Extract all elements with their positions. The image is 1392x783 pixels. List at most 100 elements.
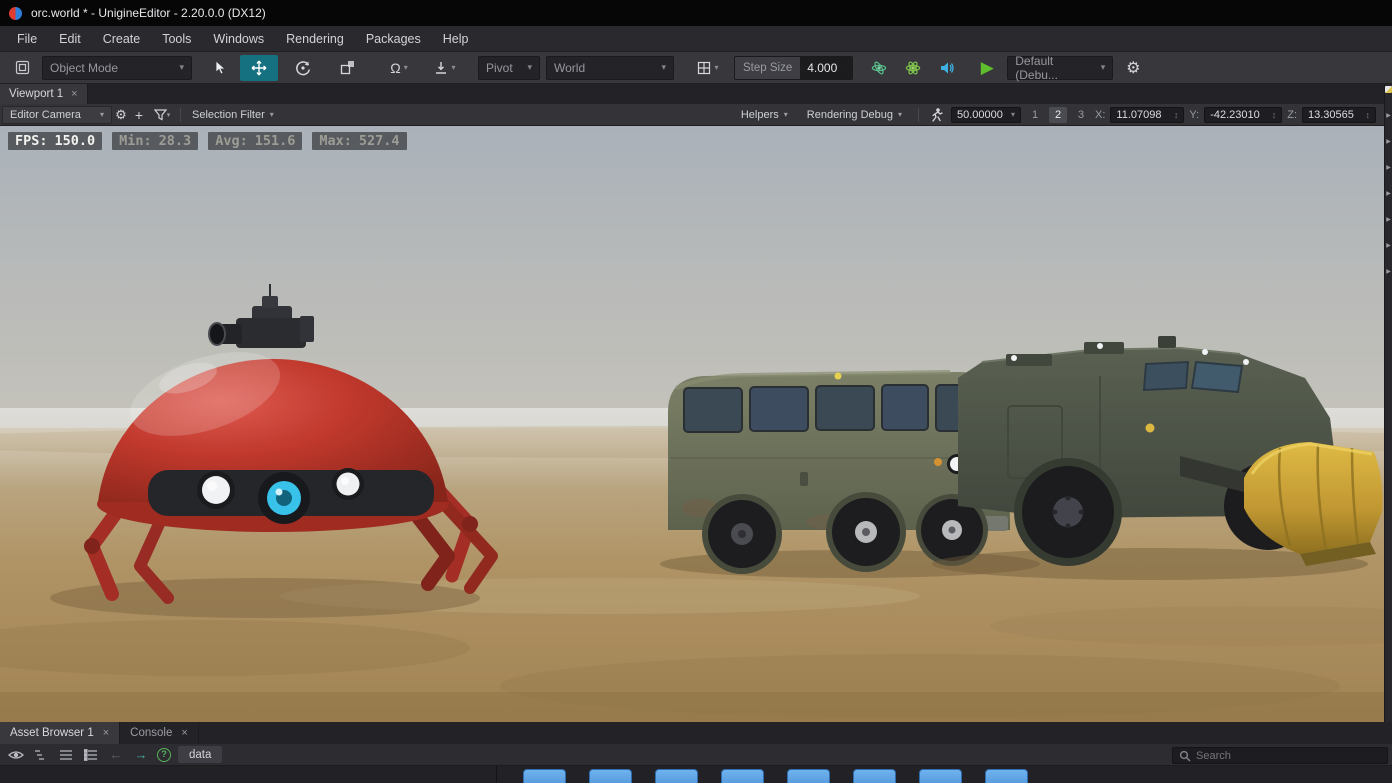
- tab-asset-browser[interactable]: Asset Browser 1 ×: [0, 722, 121, 744]
- avg-label: Avg:: [215, 133, 248, 149]
- close-icon[interactable]: ×: [71, 88, 77, 100]
- camera-speed-field[interactable]: 50.00000 ▾: [951, 106, 1022, 123]
- asset-folder-icon[interactable]: [655, 769, 698, 783]
- unigine-logo-icon: [9, 6, 22, 20]
- step-size-input[interactable]: [800, 56, 853, 79]
- y-coordinate-field[interactable]: -42.23010 ↕: [1204, 106, 1283, 123]
- helpers-dropdown[interactable]: Helpers ▾: [734, 106, 795, 124]
- drop-to-ground-button[interactable]: ▾: [424, 55, 466, 81]
- asset-folder-icon[interactable]: [919, 769, 962, 783]
- camera-dropdown[interactable]: Editor Camera ▾: [2, 105, 112, 124]
- max-stat: Max: 527.4: [312, 132, 407, 150]
- gear-icon: ⚙: [115, 106, 127, 122]
- simulation-toggle-button[interactable]: [899, 55, 927, 81]
- menu-file[interactable]: File: [6, 26, 48, 51]
- expand-arrow-icon[interactable]: ▶: [1386, 268, 1391, 275]
- collapsed-panel-strip[interactable]: ▶ ▶ ▶ ▶ ▶ ▶ ▶: [1384, 84, 1392, 722]
- atom-icon: [906, 61, 921, 74]
- asset-folder-icon[interactable]: [721, 769, 764, 783]
- physics-icon: [872, 61, 887, 74]
- tree-view-button[interactable]: [32, 746, 50, 764]
- drag-handle-icon[interactable]: ↕: [1272, 110, 1277, 120]
- grid-snap-button[interactable]: ▾: [688, 55, 728, 81]
- x-coordinate-field[interactable]: 11.07098 ↕: [1110, 106, 1185, 123]
- help-button[interactable]: ?: [157, 747, 171, 762]
- run-settings-button[interactable]: ⚙: [1119, 55, 1147, 81]
- asset-folder-icon[interactable]: [589, 769, 632, 783]
- expand-arrow-icon[interactable]: ▶: [1386, 242, 1391, 249]
- expand-arrow-icon[interactable]: ▶: [1386, 112, 1391, 119]
- asset-thumbnails: [497, 766, 1028, 783]
- play-button[interactable]: ▶: [973, 55, 1001, 81]
- rendering-debug-dropdown[interactable]: Rendering Debug ▾: [800, 106, 909, 124]
- camera-settings-button[interactable]: ⚙: [112, 106, 130, 124]
- filter-button[interactable]: ▾: [148, 106, 176, 124]
- visibility-toggle-button[interactable]: [7, 746, 25, 764]
- asset-folder-icon[interactable]: [853, 769, 896, 783]
- asset-folder-icon[interactable]: [985, 769, 1028, 783]
- avg-value: 151.6: [254, 133, 296, 149]
- speed-preset-1[interactable]: 1: [1026, 107, 1044, 123]
- move-tool-icon: [251, 60, 267, 75]
- breadcrumb[interactable]: data: [178, 746, 223, 763]
- x-axis-label: X:: [1095, 108, 1106, 121]
- menu-packages[interactable]: Packages: [355, 26, 432, 51]
- panel-icon[interactable]: [1385, 86, 1392, 93]
- list-view-button[interactable]: [57, 746, 75, 764]
- tab-console[interactable]: Console ×: [120, 722, 199, 744]
- close-icon[interactable]: ×: [181, 727, 187, 739]
- add-camera-button[interactable]: +: [130, 106, 148, 124]
- fps-value: 150.0: [54, 133, 96, 149]
- flat-view-button[interactable]: [82, 746, 100, 764]
- expand-arrow-icon[interactable]: ▶: [1386, 138, 1391, 145]
- min-value: 28.3: [158, 133, 192, 149]
- tab-viewport-1[interactable]: Viewport 1 ×: [0, 84, 88, 104]
- max-label: Max:: [319, 133, 352, 149]
- chevron-down-icon: ▾: [166, 111, 171, 119]
- asset-folder-icon[interactable]: [787, 769, 830, 783]
- run-preset-dropdown[interactable]: Default (Debu... ▾: [1007, 54, 1114, 82]
- move-tool-button[interactable]: [240, 54, 278, 81]
- menu-tools[interactable]: Tools: [151, 26, 202, 51]
- viewport-3d-scene[interactable]: [0, 126, 1384, 722]
- speed-preset-2[interactable]: 2: [1049, 106, 1068, 123]
- physics-toggle-button[interactable]: [865, 55, 893, 81]
- world-basis-dropdown[interactable]: World ▾: [546, 55, 674, 80]
- asset-folder-icon[interactable]: [523, 769, 566, 783]
- pivot-dropdown[interactable]: Pivot ▾: [478, 55, 540, 80]
- scale-tool-button[interactable]: [328, 55, 366, 81]
- separator: [918, 107, 920, 122]
- search-input[interactable]: [1196, 749, 1381, 762]
- menu-edit[interactable]: Edit: [48, 26, 92, 51]
- z-coordinate-field[interactable]: 13.30565 ↕: [1302, 106, 1376, 123]
- expand-arrow-icon[interactable]: ▶: [1386, 164, 1391, 171]
- history-back-button[interactable]: ←: [107, 746, 125, 764]
- drag-handle-icon[interactable]: ↕: [1174, 110, 1179, 120]
- selection-filter-label: Selection Filter: [192, 108, 265, 121]
- select-tool-button[interactable]: [206, 55, 234, 81]
- menu-create[interactable]: Create: [92, 26, 152, 51]
- snap-toggle-button[interactable]: Ω ▾: [380, 55, 418, 81]
- object-mode-dropdown[interactable]: Object Mode ▾: [42, 55, 192, 80]
- chevron-down-icon: ▾: [1011, 110, 1016, 119]
- fps-overlay: FPS: 150.0 Min: 28.3 Avg: 151.6 Max: 527…: [8, 132, 407, 150]
- drop-to-ground-icon: [436, 61, 447, 74]
- menu-help[interactable]: Help: [432, 26, 480, 51]
- menu-rendering[interactable]: Rendering: [275, 26, 355, 51]
- expand-arrow-icon[interactable]: ▶: [1386, 190, 1391, 197]
- asset-tree-pane[interactable]: [0, 766, 497, 783]
- rotate-tool-button[interactable]: [284, 55, 322, 81]
- close-icon[interactable]: ×: [103, 727, 109, 739]
- camera-speed-button[interactable]: [928, 106, 946, 124]
- speed-preset-3[interactable]: 3: [1072, 107, 1090, 123]
- selection-filter-dropdown[interactable]: Selection Filter ▾: [185, 106, 281, 124]
- sound-toggle-button[interactable]: [933, 55, 961, 81]
- history-forward-button[interactable]: →: [132, 746, 150, 764]
- drag-handle-icon[interactable]: ↕: [1366, 110, 1371, 120]
- object-mode-icon-button[interactable]: [8, 55, 36, 81]
- console-tab-label: Console: [130, 727, 173, 739]
- viewport-3d[interactable]: FPS: 150.0 Min: 28.3 Avg: 151.6 Max: 527…: [0, 126, 1384, 722]
- speed-preset-3-label: 3: [1077, 108, 1085, 121]
- menu-windows[interactable]: Windows: [202, 26, 275, 51]
- expand-arrow-icon[interactable]: ▶: [1386, 216, 1391, 223]
